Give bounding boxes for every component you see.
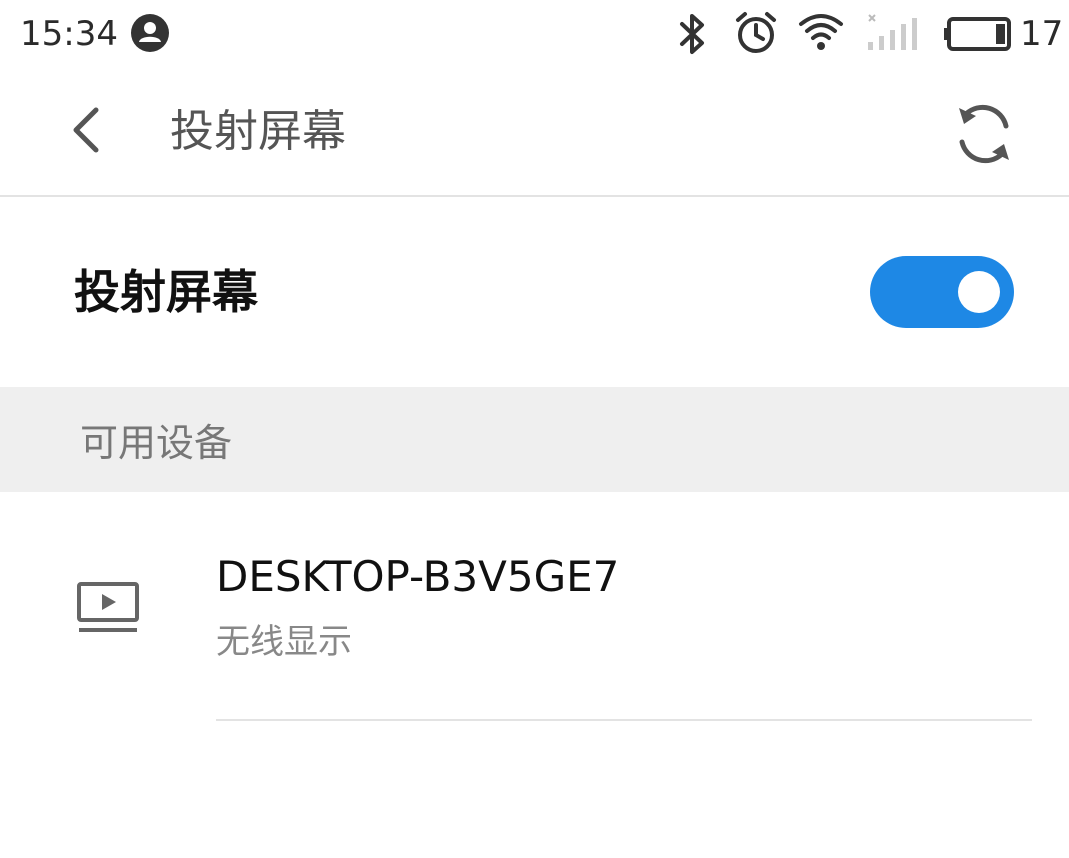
device-name: DESKTOP-B3V5GE7	[216, 552, 620, 601]
cast-screen-label: 投射屏幕	[74, 265, 258, 319]
bluetooth-icon	[680, 14, 704, 54]
status-bar: 15:34 17	[0, 0, 1069, 68]
alarm-icon	[736, 12, 776, 53]
refresh-icon	[959, 104, 1009, 164]
section-title: 可用设备	[80, 421, 233, 465]
cast-display-icon	[77, 582, 139, 632]
wifi-icon	[799, 14, 843, 50]
page-title: 投射屏幕	[170, 106, 346, 157]
chevron-left-icon	[73, 107, 99, 153]
switch-knob	[958, 271, 1000, 313]
account-icon	[131, 14, 169, 52]
cast-screen-row: 投射屏幕	[0, 197, 1069, 387]
battery-icon	[944, 17, 1011, 51]
cast-screen-switch[interactable]	[870, 256, 1014, 328]
section-header: 可用设备	[0, 387, 1069, 492]
device-item[interactable]: DESKTOP-B3V5GE7 无线显示	[0, 492, 1069, 722]
back-button[interactable]	[52, 96, 120, 164]
divider	[216, 719, 1032, 721]
status-time: 15:34	[20, 14, 118, 54]
app-bar: 投射屏幕	[0, 68, 1069, 197]
device-type: 无线显示	[216, 622, 352, 662]
refresh-button[interactable]	[946, 96, 1022, 172]
battery-level: 17	[1020, 14, 1064, 54]
no-signal-icon	[868, 14, 917, 50]
